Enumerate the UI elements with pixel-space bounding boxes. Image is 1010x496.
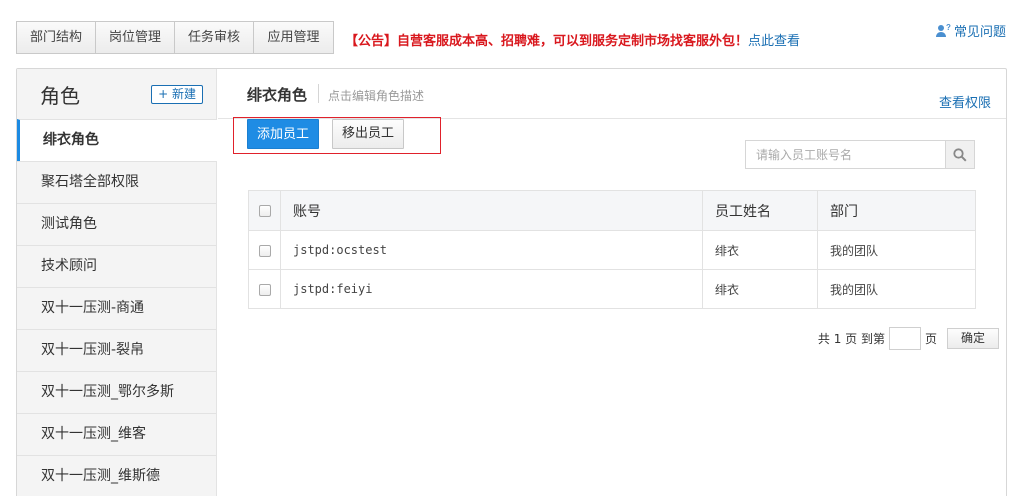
page-confirm-button[interactable]: 确定 <box>947 328 999 349</box>
faq-label: 常见问题 <box>953 25 1006 40</box>
faq-link[interactable]: ? 常见问题 <box>935 21 1006 40</box>
add-staff-button[interactable]: 添加员工 <box>247 119 319 149</box>
pager-unit-label: 页 <box>924 332 937 346</box>
announcement: 【公告】自营客服成本高、招聘难，可以到服务定制市场找客服外包！点此查看 <box>345 30 800 49</box>
header-department: 部门 <box>817 190 976 231</box>
row-checkbox[interactable] <box>258 244 271 257</box>
table-header-row: 账号 员工姓名 部门 <box>248 190 976 231</box>
role-title: 绯衣角色 <box>247 86 308 104</box>
row-checkbox[interactable] <box>258 283 271 296</box>
new-role-button[interactable]: + 新建 <box>151 84 203 104</box>
staff-table: 账号 员工姓名 部门 jstpd:ocstest 绯衣 我的团队 jstpd:f… <box>248 190 976 309</box>
role-list: 绯衣角色 聚石塔全部权限 测试角色 技术顾问 双十一压测-商通 双十一压测-裂帛… <box>17 119 217 496</box>
tab-app-management[interactable]: 应用管理 <box>254 22 333 53</box>
role-content: 绯衣角色 点击编辑角色描述 查看权限 添加员工 移出员工 账号 员工姓名 <box>218 69 1006 496</box>
cell-department: 我的团队 <box>817 230 976 270</box>
row-select-cell <box>248 230 281 270</box>
role-item-jushita-all[interactable]: 聚石塔全部权限 <box>17 161 216 203</box>
table-row: jstpd:feiyi 绯衣 我的团队 <box>248 269 976 309</box>
svg-text:?: ? <box>946 23 951 32</box>
header-staff-name: 员工姓名 <box>702 190 818 231</box>
role-item-stress-shangtong[interactable]: 双十一压测-商通 <box>17 287 216 329</box>
search-icon <box>953 147 967 162</box>
role-item-stress-liebo[interactable]: 双十一压测-裂帛 <box>17 329 216 371</box>
tab-task-review[interactable]: 任务审核 <box>175 22 254 53</box>
cell-staff-name: 绯衣 <box>702 269 818 309</box>
search-button[interactable] <box>945 140 975 169</box>
page-number-input[interactable] <box>888 327 921 350</box>
pager-total-label: 共 1 页 到第 <box>817 332 885 346</box>
header-divider <box>318 84 319 103</box>
cell-account: jstpd:ocstest <box>280 230 703 270</box>
role-item-stress-weisid[interactable]: 双十一压测_维斯德 <box>17 455 216 496</box>
role-item-stress-erdos[interactable]: 双十一压测_鄂尔多斯 <box>17 371 216 413</box>
announcement-link[interactable]: 点此查看 <box>748 34 800 49</box>
table-row: jstpd:ocstest 绯衣 我的团队 <box>248 230 976 270</box>
cell-staff-name: 绯衣 <box>702 230 818 270</box>
tab-position-management[interactable]: 岗位管理 <box>96 22 175 53</box>
header-account: 账号 <box>280 190 703 231</box>
view-permissions-link[interactable]: 查看权限 <box>939 92 991 111</box>
staff-search-input[interactable] <box>745 140 945 169</box>
row-select-cell <box>248 269 281 309</box>
main-panel: 角色 + 新建 绯衣角色 聚石塔全部权限 测试角色 技术顾问 双十一压测-商通 … <box>16 68 1007 496</box>
cell-department: 我的团队 <box>817 269 976 309</box>
role-sidebar: 角色 + 新建 绯衣角色 聚石塔全部权限 测试角色 技术顾问 双十一压测-商通 … <box>17 69 217 496</box>
announcement-text: 【公告】自营客服成本高、招聘难，可以到服务定制市场找客服外包！ <box>345 34 749 49</box>
sidebar-title: 角色 <box>40 83 80 108</box>
remove-staff-button[interactable]: 移出员工 <box>332 119 404 149</box>
role-description-edit[interactable]: 点击编辑角色描述 <box>328 87 424 104</box>
role-item-feiyi[interactable]: 绯衣角色 <box>17 119 217 161</box>
user-help-icon: ? <box>935 23 951 37</box>
cell-account: jstpd:feiyi <box>280 269 703 309</box>
sidebar-header: 角色 + 新建 <box>17 69 216 119</box>
role-item-test[interactable]: 测试角色 <box>17 203 216 245</box>
content-header: 绯衣角色 点击编辑角色描述 查看权限 <box>218 69 1006 119</box>
top-tab-bar: 部门结构 岗位管理 任务审核 应用管理 <box>16 21 334 54</box>
select-all-checkbox[interactable] <box>258 204 271 217</box>
select-all-cell <box>248 190 281 231</box>
role-item-stress-weike[interactable]: 双十一压测_维客 <box>17 413 216 455</box>
staff-search <box>745 140 975 169</box>
role-item-tech-consultant[interactable]: 技术顾问 <box>17 245 216 287</box>
tab-department-structure[interactable]: 部门结构 <box>17 22 96 53</box>
pagination: 共 1 页 到第 页 确定 <box>818 327 999 350</box>
